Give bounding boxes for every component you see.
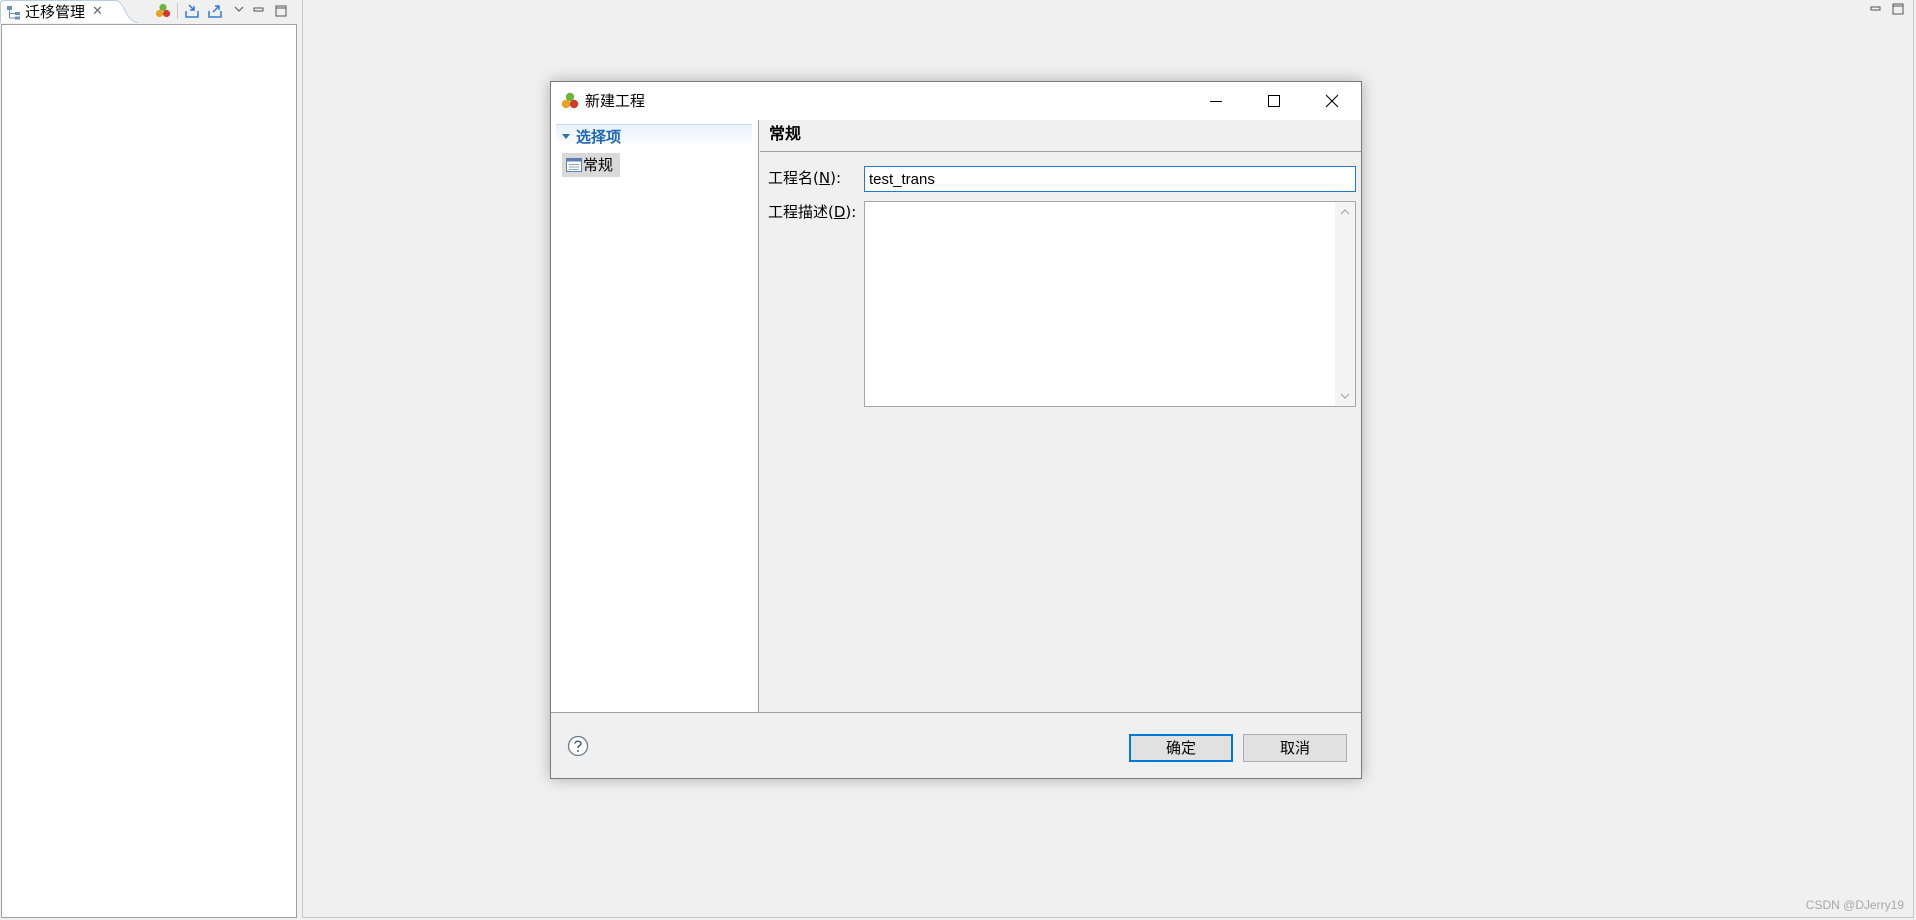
project-name-label: 工程名(N): (768, 169, 841, 187)
project-description-box (864, 201, 1356, 407)
close-icon[interactable]: ✕ (92, 3, 103, 21)
toolbar-separator (177, 3, 178, 19)
maximize-icon[interactable] (1891, 3, 1905, 15)
close-icon (1325, 94, 1339, 108)
project-description-input[interactable] (865, 202, 1335, 406)
maximize-icon[interactable] (272, 2, 290, 20)
project-icon[interactable] (154, 2, 172, 20)
vertical-scrollbar[interactable] (1335, 202, 1355, 406)
export-icon[interactable] (206, 2, 224, 20)
dialog-footer: 确定 取消 (551, 712, 1361, 778)
section-header-options[interactable]: 选择项 (556, 124, 752, 148)
view-tab-bar: 迁移管理 ✕ (0, 0, 298, 24)
migration-management-view: 迁移管理 ✕ (0, 0, 298, 920)
project-icon (561, 92, 579, 109)
ok-button[interactable]: 确定 (1129, 734, 1233, 762)
close-button[interactable] (1303, 82, 1361, 120)
view-menu-icon[interactable] (230, 2, 248, 20)
dialog-title: 新建工程 (585, 92, 646, 110)
view-tab-label: 迁移管理 (25, 3, 86, 21)
minimize-icon (1210, 101, 1222, 102)
tab-curve (116, 0, 138, 23)
view-tab-migration-management[interactable]: 迁移管理 ✕ (0, 0, 118, 23)
watermark: CSDN @DJerry19 (1805, 898, 1904, 912)
maximize-button[interactable] (1245, 82, 1303, 120)
dialog-titlebar[interactable]: 新建工程 (551, 82, 1361, 120)
nav-item-general[interactable]: 常规 (562, 153, 620, 177)
page-header: 常规 (760, 120, 1361, 152)
dialog-navigation-panel: 选择项 常规 (551, 120, 759, 712)
project-description-label: 工程描述(D): (768, 203, 857, 221)
section-title: 选择项 (576, 128, 622, 146)
view-content-area[interactable] (1, 24, 297, 918)
expand-arrow-icon[interactable] (562, 134, 570, 139)
page-title: 常规 (769, 124, 802, 143)
nav-item-label: 常规 (583, 156, 614, 174)
new-project-dialog: 新建工程 选择项 常规 常规 工程名(N): test_trans 工程描述(D… (550, 81, 1362, 779)
tree-view-icon (7, 6, 20, 20)
cancel-button[interactable]: 取消 (1243, 734, 1347, 762)
maximize-icon (1268, 95, 1280, 107)
import-icon[interactable] (183, 2, 201, 20)
help-icon[interactable] (567, 735, 589, 757)
page-icon (566, 158, 582, 172)
minimize-button[interactable] (1187, 82, 1245, 120)
scroll-down-icon[interactable] (1340, 392, 1350, 400)
minimize-icon[interactable] (250, 2, 268, 20)
scroll-up-icon[interactable] (1340, 208, 1350, 216)
project-name-input[interactable] (864, 166, 1356, 192)
minimize-icon[interactable] (1869, 3, 1883, 15)
dialog-page-content: 常规 工程名(N): 工程描述(D): (760, 120, 1361, 712)
